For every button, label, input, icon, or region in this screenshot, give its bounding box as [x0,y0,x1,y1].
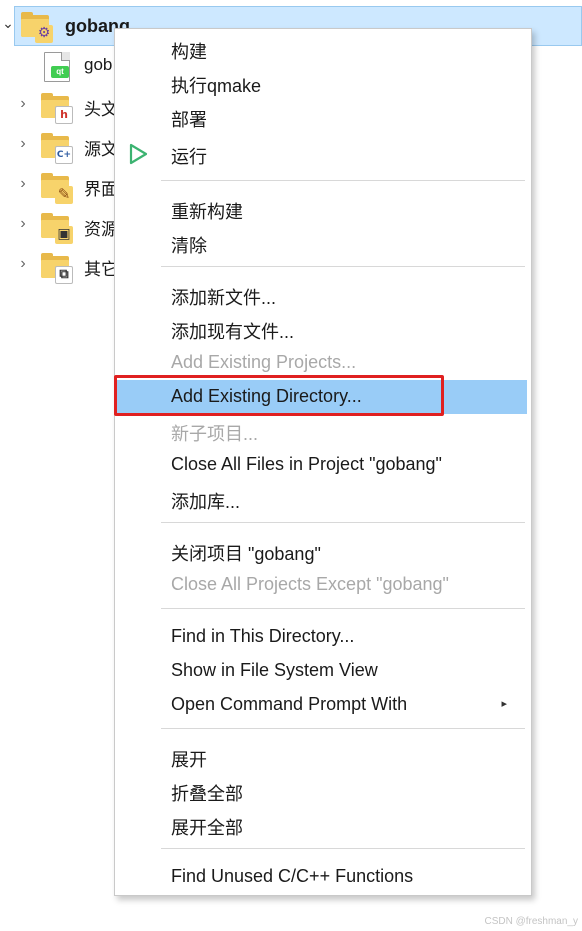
tree-item-label: 其它 [84,260,118,279]
expand-chevron-icon[interactable]: › [14,135,32,153]
menu-item-run-qmake[interactable]: 执行qmake [115,66,531,100]
menu-item-label: 运行 [171,147,207,167]
menu-item-label: Close All Files in Project "gobang" [171,454,442,474]
menu-item-label: 构建 [171,42,207,62]
menu-item-run[interactable]: 运行 [115,137,531,171]
menu-item-label: 重新构建 [171,202,243,222]
menu-item-label: 新子项目... [171,424,259,444]
menu-item-label: 展开 [171,750,207,770]
header-folder-icon: h [41,92,73,124]
run-icon [129,143,148,165]
menu-item-label: Close All Projects Except "gobang" [171,574,449,594]
menu-item-label: 折叠全部 [171,784,243,804]
expand-chevron-icon[interactable]: › [14,95,32,113]
menu-separator [161,608,525,609]
menu-item-label: 展开全部 [171,818,243,838]
menu-item-new-subproject: 新子项目... [115,414,531,448]
gear-icon: ⚙ [35,25,53,43]
tree-item-label: 源文 [84,140,118,159]
menu-item-expand[interactable]: 展开 [115,740,531,774]
menu-item-close-project[interactable]: 关闭项目 "gobang" [115,534,531,568]
resources-folder-icon: ▣ [41,212,73,244]
expand-chevron-icon[interactable]: › [14,255,32,273]
menu-item-deploy[interactable]: 部署 [115,100,531,134]
menu-item-label: 部署 [171,110,207,130]
menu-item-label: 执行qmake [171,76,262,96]
menu-item-label: 关闭项目 "gobang" [171,544,321,564]
menu-item-label: Find Unused C/C++ Functions [171,866,414,886]
menu-separator [161,728,525,729]
menu-item-label: 添加新文件... [171,288,277,308]
forms-folder-icon: ✎ [41,172,73,204]
watermark: CSDN @freshman_y [484,916,578,927]
menu-item-add-library[interactable]: 添加库... [115,482,531,516]
menu-item-label: Show in File System View [171,660,378,680]
menu-item-rebuild[interactable]: 重新构建 [115,192,531,226]
menu-item-find-in-directory[interactable]: Find in This Directory... [115,620,531,654]
menu-item-close-all-files-in-project[interactable]: Close All Files in Project "gobang" [115,448,531,482]
menu-item-open-command-prompt-with[interactable]: Open Command Prompt With ▸ [115,688,531,722]
other-files-folder-icon: ⧉ [41,252,73,284]
menu-item-show-in-file-system-view[interactable]: Show in File System View [115,654,531,688]
menu-item-find-unused-functions[interactable]: Find Unused C/C++ Functions [115,860,531,894]
qt-project-file-icon: qt [44,52,70,82]
menu-item-build[interactable]: 构建 [115,32,531,66]
source-folder-icon: C+ [41,132,73,164]
menu-item-label: Open Command Prompt With [171,694,408,714]
project-folder-icon: ⚙ [21,11,53,43]
menu-item-close-all-projects-except: Close All Projects Except "gobang" [115,568,531,602]
menu-item-add-new-file[interactable]: 添加新文件... [115,278,531,312]
menu-item-label: Add Existing Directory... [171,386,362,406]
tree-item-label: 资源 [84,220,118,239]
menu-separator [161,522,525,523]
menu-item-clean[interactable]: 清除 [115,226,531,260]
menu-item-add-existing-files[interactable]: 添加现有文件... [115,312,531,346]
menu-item-collapse-all[interactable]: 折叠全部 [115,774,531,808]
expand-chevron-icon[interactable]: › [14,175,32,193]
menu-separator [161,266,525,267]
expand-chevron-icon[interactable]: › [14,215,32,233]
menu-item-label: Add Existing Projects... [171,352,357,372]
tree-item-label: gob [84,55,113,74]
tree-item-label: 界面 [84,180,118,199]
context-menu: 构建 执行qmake 部署 运行 重新构建 清除 添加新文件... 添加现有文件… [114,28,532,896]
menu-item-label: 添加库... [171,492,241,512]
menu-item-label: Find in This Directory... [171,626,355,646]
menu-item-expand-all[interactable]: 展开全部 [115,808,531,842]
menu-separator [161,180,525,181]
menu-separator [161,848,525,849]
collapse-chevron-icon[interactable]: ⌄ [1,15,15,32]
menu-item-add-existing-directory[interactable]: Add Existing Directory... [117,380,527,414]
tree-item-label: 头文 [84,100,118,119]
menu-item-label: 添加现有文件... [171,322,295,342]
menu-item-add-existing-projects: Add Existing Projects... [115,346,531,380]
menu-item-label: 清除 [171,236,207,256]
submenu-arrow-icon: ▸ [501,698,507,710]
